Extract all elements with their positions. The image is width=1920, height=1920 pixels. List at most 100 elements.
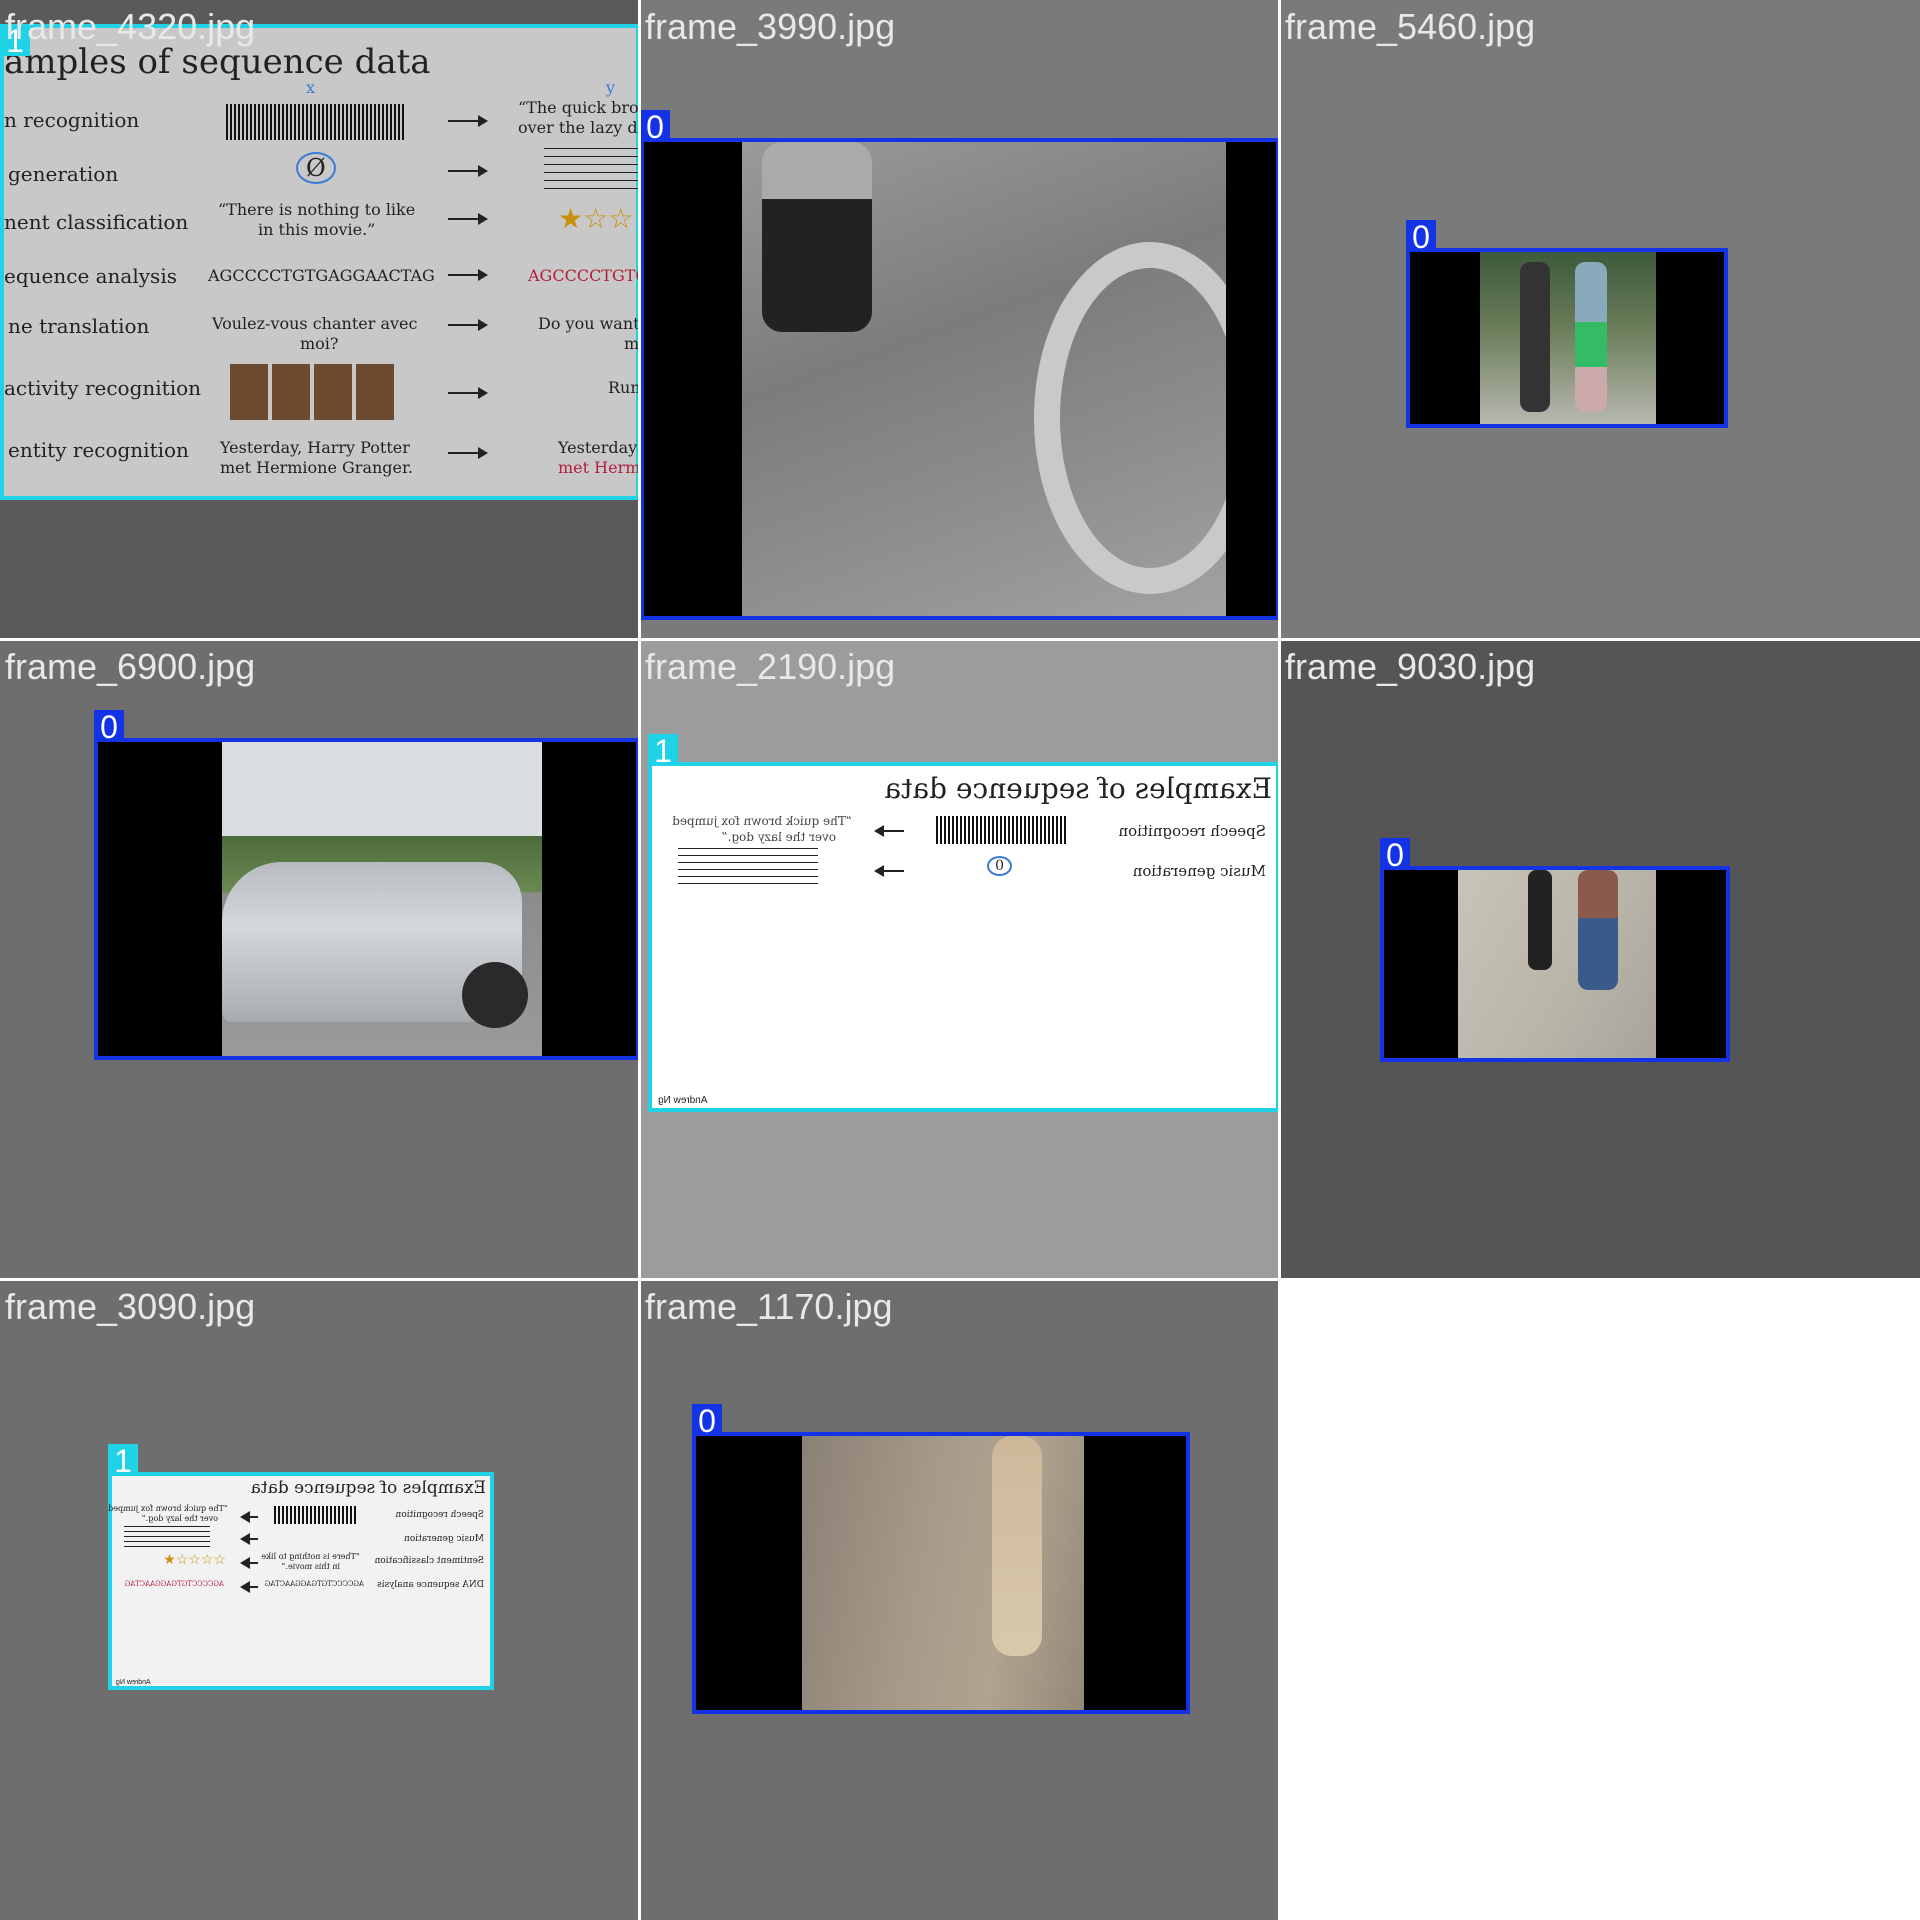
slide-title: Examples of sequence data (250, 1478, 486, 1498)
detection-box: 0 (1380, 838, 1730, 1062)
person-figure (1578, 870, 1618, 990)
slide-title: Examples of sequence data (884, 772, 1272, 805)
person-figure (762, 142, 872, 332)
row-input: Yesterday, Harry Potter (220, 438, 410, 457)
empty-set-symbol: 0 (987, 856, 1012, 876)
arrow (448, 165, 488, 177)
letterbox-left (1410, 252, 1480, 424)
detection-box: 0 (692, 1404, 1190, 1714)
arrow (448, 387, 488, 399)
row-label: Music generation (1132, 862, 1266, 880)
arrow (242, 1516, 258, 1518)
detection-box: 0 (94, 710, 640, 1060)
letterbox-left (98, 742, 222, 1056)
row-label: DNA sequence analysis (377, 1580, 484, 1590)
detection-box: 1 Examples of sequence data Speech recog… (108, 1444, 494, 1690)
row-input-line2: moi? (300, 334, 339, 353)
person-figure (1575, 262, 1607, 412)
mosaic-tile: frame_5460.jpg 0 (1280, 0, 1920, 640)
grid-divider (0, 1278, 1920, 1281)
frame-filename: frame_3090.jpg (5, 1286, 256, 1327)
row-output: Do you want (538, 314, 640, 333)
row-output: Yesterday (558, 438, 638, 457)
row-label: Speech recognition (1118, 822, 1266, 840)
row-output: Run (608, 378, 640, 397)
frame-filename: frame_6900.jpg (5, 646, 256, 687)
mosaic-tile: frame_2190.jpg 1 Examples of sequence da… (640, 640, 1280, 1280)
grid-divider (1278, 0, 1281, 1920)
music-notes (544, 148, 640, 192)
letterbox-left (644, 142, 742, 616)
slide-image-mirrored: Examples of sequence data Speech recogni… (108, 1476, 490, 1686)
frame-filename: frame_9030.jpg (1285, 646, 1536, 687)
row-input-line2: met Hermione Granger. (220, 458, 413, 477)
mosaic-tile: frame_3990.jpg 0 (640, 0, 1280, 640)
video-frame-scene (802, 1436, 1084, 1710)
mosaic-tile: 1 amples of sequence data x y n recognit… (0, 0, 640, 640)
empty-set-symbol: Ø (296, 152, 336, 184)
slide-title: amples of sequence data (4, 42, 431, 82)
mosaic-tile: frame_6900.jpg 0 (0, 640, 640, 1280)
row-output: AGCCCCTGTG (528, 266, 640, 285)
arrow (448, 269, 488, 281)
x-mark: x (306, 78, 316, 97)
speech-waveform (936, 816, 1066, 844)
class-label: 0 (1380, 838, 1410, 872)
grid-divider (0, 638, 1920, 641)
y-mark: y (606, 78, 616, 97)
row-output-line2: met Herm (558, 458, 640, 477)
person-figure (1520, 262, 1550, 412)
row-label: Sentiment classification (374, 1556, 484, 1566)
video-frame-scene (1458, 870, 1656, 1058)
frame-filename: frame_4320.jpg (5, 6, 256, 47)
arrow (448, 213, 488, 225)
letterbox-right (1084, 1436, 1186, 1710)
letterbox-left (696, 1436, 802, 1710)
row-output-line2: over the lazy dog.” (141, 1514, 218, 1523)
row-label: n recognition (4, 108, 140, 132)
mosaic-tile: frame_1170.jpg 0 (640, 1280, 1280, 1920)
arrow (242, 1562, 258, 1564)
music-notes (678, 848, 818, 888)
detection-box: 0 (640, 110, 1280, 620)
frame-filename: frame_1170.jpg (645, 1286, 893, 1327)
star-rating: ☆☆☆☆★ (163, 1552, 226, 1568)
leg-figure (992, 1436, 1042, 1656)
class-label: 0 (1406, 220, 1436, 254)
mosaic-tile: frame_9030.jpg 0 (1280, 640, 1920, 1280)
detection-box: 1 Examples of sequence data Speech recog… (648, 734, 1280, 1112)
empty-tile (1280, 1280, 1920, 1920)
row-input: Voulez-vous chanter avec (212, 314, 418, 333)
row-input: “There is nothing to like (218, 200, 416, 219)
row-input: AGCCCCTGTGAGGAACTAG (264, 1580, 364, 1588)
class-label: 1 (108, 1444, 138, 1478)
row-label: Music generation (404, 1534, 484, 1544)
row-input-line2: in this movie.” (281, 1562, 340, 1571)
row-input: “There is nothing to like (261, 1552, 360, 1561)
detection-box: 0 (1406, 220, 1728, 428)
letterbox-left (1384, 870, 1458, 1058)
arrow (876, 870, 904, 872)
row-output-line2: over the lazy dog.” (721, 830, 836, 844)
arrow (448, 115, 488, 127)
detection-box: 1 amples of sequence data x y n recognit… (0, 24, 640, 500)
letterbox-right (1226, 142, 1276, 616)
video-frame-scene (1480, 252, 1656, 424)
star-rating: ★☆☆ (558, 202, 634, 235)
frame-filename: frame_2190.jpg (645, 646, 896, 687)
class-label: 0 (692, 1404, 722, 1438)
arrow (448, 447, 488, 459)
arrow (242, 1538, 258, 1540)
class-label: 0 (640, 110, 670, 144)
slide-image-mirrored: Examples of sequence data Speech recogni… (652, 766, 1276, 1108)
row-output: AGCCCCTGTGAGGAACTAG (124, 1580, 224, 1588)
row-output-line2: m (624, 334, 640, 353)
video-frame-scene (742, 142, 1266, 616)
row-label: activity recognition (4, 376, 202, 400)
class-label: 0 (94, 710, 124, 744)
author-credit: Andrew Ng (658, 1095, 708, 1106)
row-input: AGCCCCTGTGAGGAACTAG (208, 266, 435, 285)
speech-waveform (274, 1506, 356, 1524)
row-output: “The quick brown fox jumped (108, 1504, 228, 1513)
person-figure (1528, 870, 1552, 970)
